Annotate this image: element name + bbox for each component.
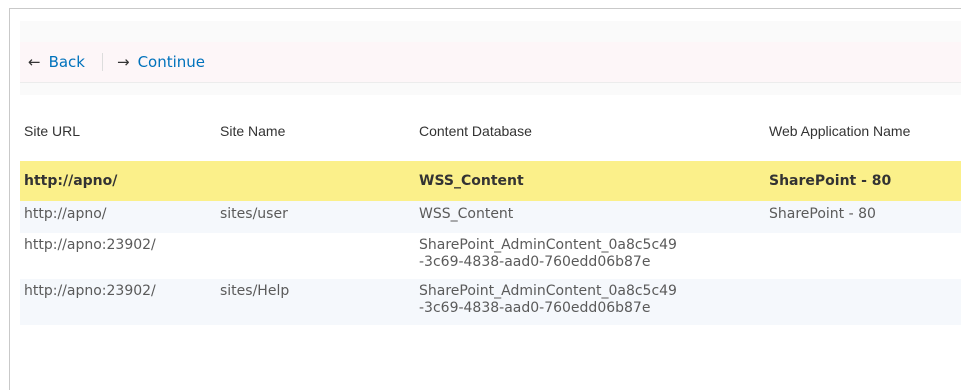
cell-content-database: WSS_Content xyxy=(415,201,765,233)
table-header-row: Site URL Site Name Content Database Web … xyxy=(20,108,961,153)
cell-site-name xyxy=(216,233,415,279)
back-button[interactable]: ← Back xyxy=(28,53,85,71)
cell-content-database: WSS_Content xyxy=(415,161,765,201)
cell-web-application xyxy=(765,233,961,279)
cell-site-name: sites/user xyxy=(216,201,415,233)
database-line: WSS_Content xyxy=(419,206,514,222)
table-row-selected[interactable]: http://apno/ WSS_Content SharePoint - 80 xyxy=(20,161,961,201)
table-row[interactable]: http://apno:23902/ SharePoint_AdminConte… xyxy=(20,233,961,279)
database-line: WSS_Content xyxy=(419,173,524,189)
cell-site-url: http://apno:23902/ xyxy=(20,279,216,325)
database-line: -3c69-4838-aad0-760edd06b87e xyxy=(419,254,651,270)
cell-web-application: SharePoint - 80 xyxy=(765,201,961,233)
column-header-site-name: Site Name xyxy=(220,122,286,139)
table-row[interactable]: http://apno/ sites/user WSS_Content Shar… xyxy=(20,201,961,233)
continue-label: Continue xyxy=(137,53,206,71)
cell-site-url: http://apno/ xyxy=(20,161,216,201)
site-collection-table: Site URL Site Name Content Database Web … xyxy=(20,108,961,325)
cell-content-database: SharePoint_AdminContent_0a8c5c49 -3c69-4… xyxy=(415,279,765,325)
toolbar-separator xyxy=(102,53,103,71)
back-label: Back xyxy=(48,53,85,71)
cell-web-application xyxy=(765,279,961,325)
database-line: -3c69-4838-aad0-760edd06b87e xyxy=(419,300,651,316)
column-header-web-application-name: Web Application Name xyxy=(769,122,911,139)
cell-site-name xyxy=(216,161,415,201)
cell-content-database: SharePoint_AdminContent_0a8c5c49 -3c69-4… xyxy=(415,233,765,279)
cell-site-url: http://apno/ xyxy=(20,201,216,233)
table-spacer xyxy=(20,153,961,161)
toolbar-bar: ← Back → Continue xyxy=(20,42,961,83)
back-arrow-icon: ← xyxy=(28,53,41,71)
column-header-content-database: Content Database xyxy=(419,122,532,139)
table-row[interactable]: http://apno:23902/ sites/Help SharePoint… xyxy=(20,279,961,325)
toolbar: ← Back → Continue xyxy=(20,21,961,95)
continue-button[interactable]: → Continue xyxy=(117,53,205,71)
cell-web-application: SharePoint - 80 xyxy=(765,161,961,201)
cell-site-name: sites/Help xyxy=(216,279,415,325)
database-line: SharePoint_AdminContent_0a8c5c49 xyxy=(419,283,677,299)
cell-site-url: http://apno:23902/ xyxy=(24,237,156,253)
continue-arrow-icon: → xyxy=(117,53,130,71)
column-header-site-url: Site URL xyxy=(24,122,81,139)
database-line: SharePoint_AdminContent_0a8c5c49 xyxy=(419,237,677,253)
